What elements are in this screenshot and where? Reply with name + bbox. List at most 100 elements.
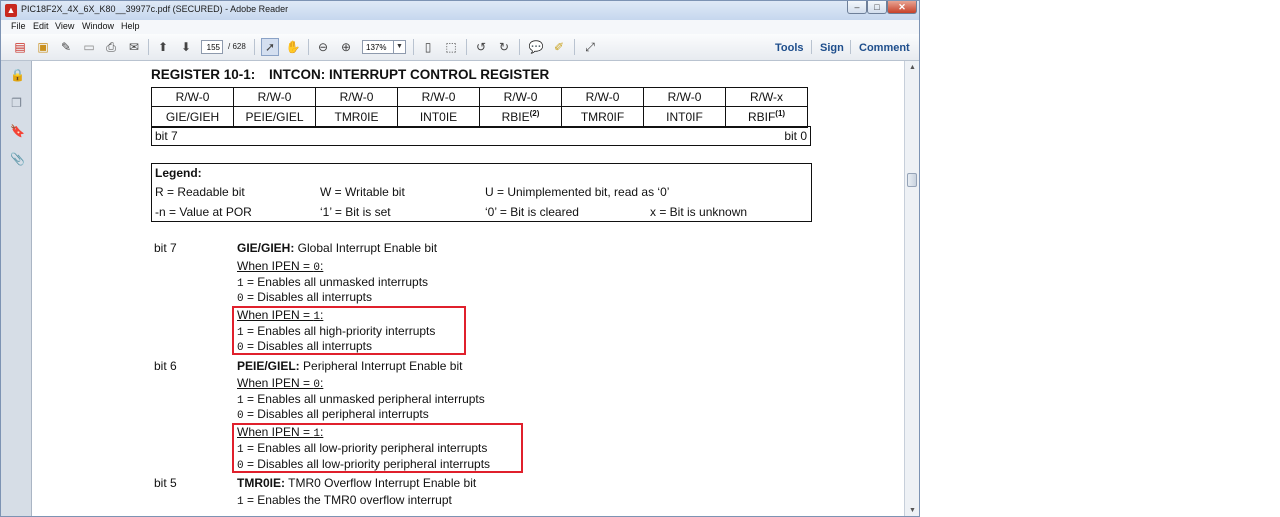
- legend-writable: W = Writable bit: [320, 185, 405, 199]
- fit-width-icon[interactable]: ⬚: [442, 38, 460, 56]
- bit-name-cell: RBIE(2): [479, 106, 562, 128]
- bit7-label: bit 7: [154, 241, 177, 255]
- bit-name-row: GIE/GIEH PEIE/GIEL TMR0IE INT0IE RBIE(2)…: [151, 106, 808, 128]
- rotate-right-icon[interactable]: ↻: [495, 38, 513, 56]
- select-tool-icon[interactable]: ➚: [261, 38, 279, 56]
- footnote-ref: (1): [775, 109, 786, 118]
- menu-help[interactable]: Help: [121, 21, 140, 31]
- legend-title: Legend:: [155, 166, 202, 180]
- page-total: / 628: [228, 42, 246, 51]
- condition-text: When IPEN =: [237, 376, 314, 390]
- open-icon[interactable]: ▣: [34, 38, 52, 56]
- navigation-pane: 🔒 ❐ 🔖 📎: [1, 61, 32, 516]
- bit7-name: GIE/GIEH:: [237, 241, 295, 255]
- vertical-scrollbar[interactable]: ▲ ▼: [904, 61, 919, 516]
- bit6-when0: When IPEN = 0:: [237, 376, 324, 391]
- save-icon[interactable]: ▭: [80, 38, 98, 56]
- menu-edit[interactable]: Edit: [33, 21, 49, 31]
- sign-link[interactable]: Sign: [820, 42, 844, 54]
- scroll-up-icon[interactable]: ▲: [905, 61, 919, 75]
- bookmark-icon[interactable]: 🔖: [10, 124, 25, 138]
- rotate-left-icon[interactable]: ↺: [472, 38, 490, 56]
- bit5-heading: TMR0IE: TMR0 Overflow Interrupt Enable b…: [237, 476, 476, 490]
- toolbar-divider: [413, 39, 414, 55]
- bit7-disable-line: 0 = Disables all interrupts: [237, 290, 372, 305]
- next-page-icon[interactable]: ⬇: [177, 38, 195, 56]
- bit5-label: bit 5: [154, 476, 177, 490]
- bit-name-cell: TMR0IE: [315, 106, 398, 128]
- menu-view[interactable]: View: [55, 21, 74, 31]
- chevron-down-icon[interactable]: ▼: [393, 41, 405, 53]
- toolbar-divider: [850, 40, 851, 54]
- bit6-title: Peripheral Interrupt Enable bit: [299, 359, 463, 373]
- legend-box: Legend: R = Readable bit W = Writable bi…: [151, 163, 812, 222]
- access-cell: R/W-0: [561, 87, 644, 107]
- bit-name-cell: GIE/GIEH: [151, 106, 234, 128]
- condition-text: When IPEN =: [237, 259, 314, 273]
- document-view[interactable]: REGISTER 10-1: INTCON: INTERRUPT CONTROL…: [32, 61, 904, 516]
- access-cell: R/W-0: [397, 87, 480, 107]
- page-number-input[interactable]: 155: [201, 40, 223, 54]
- bit-name-cell: TMR0IF: [561, 106, 644, 128]
- zoom-in-icon[interactable]: ⊕: [337, 38, 355, 56]
- value-one: 1: [237, 395, 244, 407]
- toolbar-divider: [574, 39, 575, 55]
- toolbar-divider: [811, 40, 812, 54]
- menu-file[interactable]: File: [11, 21, 26, 31]
- tools-link[interactable]: Tools: [775, 42, 804, 54]
- bit-name-cell: INT0IF: [643, 106, 726, 128]
- line-text: = Enables all unmasked peripheral interr…: [243, 392, 485, 406]
- scroll-down-icon[interactable]: ▼: [905, 504, 919, 516]
- pdf-app-icon: ▲: [5, 4, 17, 17]
- hand-tool-icon[interactable]: ✋: [284, 38, 302, 56]
- comment-link[interactable]: Comment: [859, 42, 910, 54]
- value-one: 1: [237, 278, 244, 290]
- previous-page-icon[interactable]: ⬆: [154, 38, 172, 56]
- toolbar-divider: [519, 39, 520, 55]
- fit-page-icon[interactable]: ▯: [419, 38, 437, 56]
- bit-name-cell: INT0IE: [397, 106, 480, 128]
- condition-value: 0: [313, 379, 320, 391]
- value-zero: 0: [237, 410, 244, 422]
- line-text: = Enables all unmasked interrupts: [243, 275, 429, 289]
- bit6-name: PEIE/GIEL:: [237, 359, 300, 373]
- legend-readable: R = Readable bit: [155, 185, 245, 199]
- access-cell: R/W-0: [315, 87, 398, 107]
- highlight-icon[interactable]: ✐: [550, 38, 568, 56]
- pages-icon[interactable]: ❐: [10, 96, 23, 110]
- full-screen-icon[interactable]: ⤢: [581, 38, 599, 56]
- scroll-thumb[interactable]: [907, 173, 917, 187]
- bit5-title: TMR0 Overflow Interrupt Enable bit: [285, 476, 477, 490]
- attachment-icon[interactable]: 📎: [10, 152, 25, 166]
- access-cell: R/W-0: [151, 87, 234, 107]
- bit-high-label: bit 7: [155, 129, 178, 143]
- comment-note-icon[interactable]: 💬: [527, 38, 545, 56]
- toolbar-divider: [148, 39, 149, 55]
- access-row: R/W-0 R/W-0 R/W-0 R/W-0 R/W-0 R/W-0 R/W-…: [151, 87, 808, 107]
- legend-set: ‘1’ = Bit is set: [320, 205, 391, 219]
- bit5-name: TMR0IE:: [237, 476, 285, 490]
- line-text: = Disables all interrupts: [243, 290, 372, 304]
- lock-icon[interactable]: 🔒: [10, 68, 25, 82]
- menu-window[interactable]: Window: [82, 21, 114, 31]
- email-icon[interactable]: ✉: [125, 38, 143, 56]
- bit7-when0: When IPEN = 0:: [237, 259, 324, 274]
- close-button[interactable]: ✕: [887, 1, 917, 14]
- window-title: PIC18F2X_4X_6X_K80__39977c.pdf (SECURED)…: [21, 4, 289, 14]
- minimize-button[interactable]: –: [847, 1, 867, 14]
- maximize-button[interactable]: □: [867, 1, 887, 14]
- zoom-level-select[interactable]: 137% ▼: [362, 40, 406, 54]
- toolbar: ▤ ▣ ✎ ▭ ⎙ ✉ ⬆ ⬇ 155 / 628 ➚ ✋ ⊖ ⊕ 137% ▼…: [1, 34, 919, 61]
- bit7-heading: GIE/GIEH: Global Interrupt Enable bit: [237, 241, 437, 255]
- zoom-out-icon[interactable]: ⊖: [314, 38, 332, 56]
- access-cell: R/W-0: [643, 87, 726, 107]
- bit-name-text: RBIE: [501, 110, 530, 124]
- edit-icon[interactable]: ✎: [57, 38, 75, 56]
- bit-name-text: RBIF: [747, 110, 776, 124]
- condition-value: 0: [313, 262, 320, 274]
- bit6-label: bit 6: [154, 359, 177, 373]
- access-cell: R/W-0: [233, 87, 316, 107]
- create-pdf-icon[interactable]: ▤: [11, 38, 29, 56]
- bit7-enable-line: 1 = Enables all unmasked interrupts: [237, 275, 428, 290]
- print-icon[interactable]: ⎙: [102, 38, 120, 56]
